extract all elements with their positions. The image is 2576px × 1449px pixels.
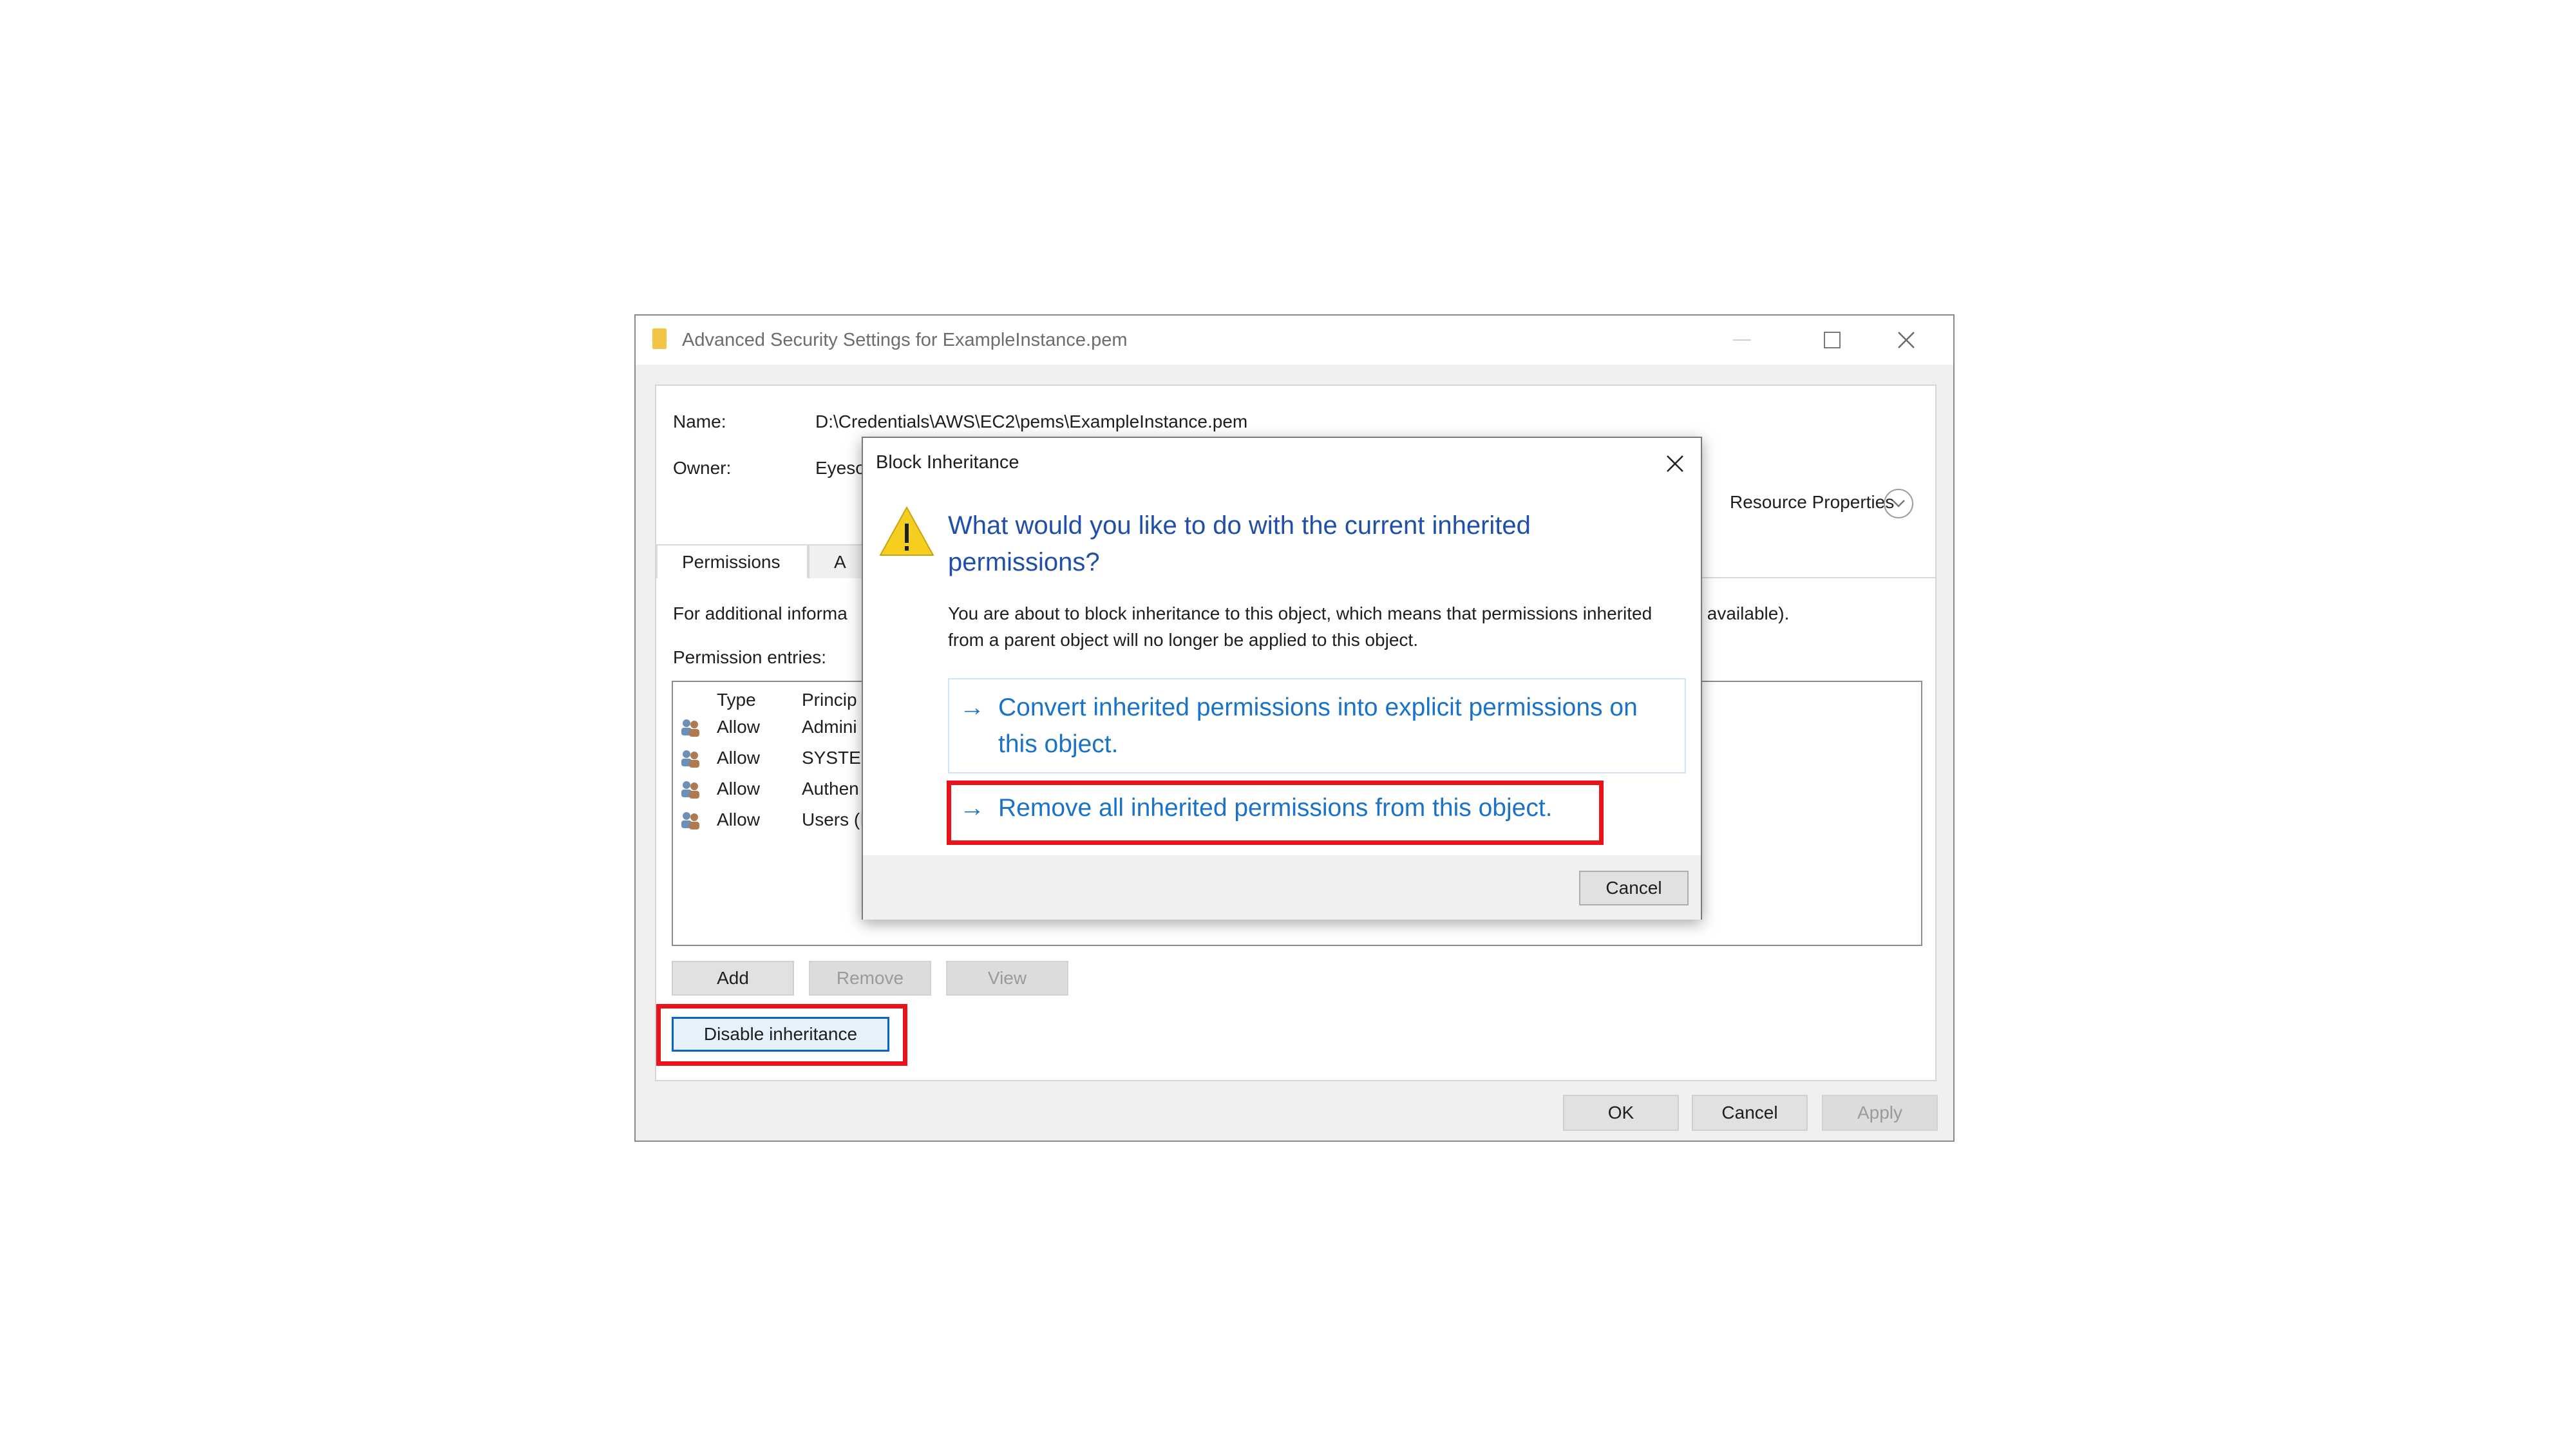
ok-button[interactable]: OK xyxy=(1563,1095,1679,1131)
warning-icon xyxy=(879,506,934,556)
entry-principal: Admini xyxy=(802,717,857,737)
maximize-button[interactable] xyxy=(1795,316,1869,365)
entry-type: Allow xyxy=(717,717,760,737)
cancel-button[interactable]: Cancel xyxy=(1692,1095,1808,1131)
column-header-type[interactable]: Type xyxy=(717,690,756,710)
info-text-tail: if available). xyxy=(1693,603,1790,623)
highlight-remove-option xyxy=(947,781,1604,845)
view-button[interactable]: View xyxy=(946,961,1068,996)
window-titlebar: Advanced Security Settings for ExampleIn… xyxy=(636,316,1953,365)
close-icon xyxy=(1667,455,1683,472)
entry-principal: Authen xyxy=(802,779,859,799)
minimize-button[interactable] xyxy=(1705,316,1779,365)
close-icon xyxy=(1897,332,1915,348)
dialog-close-button[interactable] xyxy=(1658,447,1692,480)
tab-permissions[interactable]: Permissions xyxy=(656,544,808,578)
chevron-down-icon xyxy=(1892,500,1905,507)
users-icon xyxy=(681,719,699,737)
users-icon xyxy=(681,781,699,799)
expand-resource-properties[interactable] xyxy=(1884,489,1913,518)
users-icon xyxy=(681,812,699,829)
maximize-icon xyxy=(1823,332,1841,348)
apply-button[interactable]: Apply xyxy=(1822,1095,1938,1131)
name-label: Name: xyxy=(673,412,726,431)
folder-icon xyxy=(652,328,667,349)
highlight-disable-inheritance xyxy=(656,1004,907,1066)
owner-label: Owner: xyxy=(673,458,732,478)
entry-type: Allow xyxy=(717,779,760,799)
entry-type: Allow xyxy=(717,810,760,829)
window-title: Advanced Security Settings for ExampleIn… xyxy=(682,330,1128,350)
remove-button[interactable]: Remove xyxy=(809,961,931,996)
dialog-question: What would you like to do with the curre… xyxy=(948,511,1531,576)
entry-principal: Users (I xyxy=(802,810,865,829)
resource-properties-label[interactable]: Resource Properties xyxy=(1730,492,1894,513)
convert-option-label: Convert inherited permissions into expli… xyxy=(998,694,1638,758)
owner-value: Eyeso xyxy=(815,458,866,478)
block-inheritance-dialog: Block Inheritance What would you like to… xyxy=(862,437,1702,920)
dialog-footer: Cancel xyxy=(863,855,1701,920)
minimize-icon xyxy=(1732,339,1751,341)
permission-entries-label: Permission entries: xyxy=(673,647,827,667)
info-text: For additional informa xyxy=(673,603,848,623)
close-window-button[interactable] xyxy=(1869,316,1943,365)
add-button[interactable]: Add xyxy=(672,961,794,996)
name-value: D:\Credentials\AWS\EC2\pems\ExampleInsta… xyxy=(815,412,1248,431)
dialog-body: You are about to block inheritance to th… xyxy=(948,603,1653,650)
dialog-cancel-button[interactable]: Cancel xyxy=(1579,871,1689,905)
arrow-right-icon: → xyxy=(960,694,985,721)
entry-type: Allow xyxy=(717,748,760,768)
column-header-principal[interactable]: Princip xyxy=(802,690,857,710)
users-icon xyxy=(681,750,699,768)
dialog-title: Block Inheritance xyxy=(876,452,1019,473)
